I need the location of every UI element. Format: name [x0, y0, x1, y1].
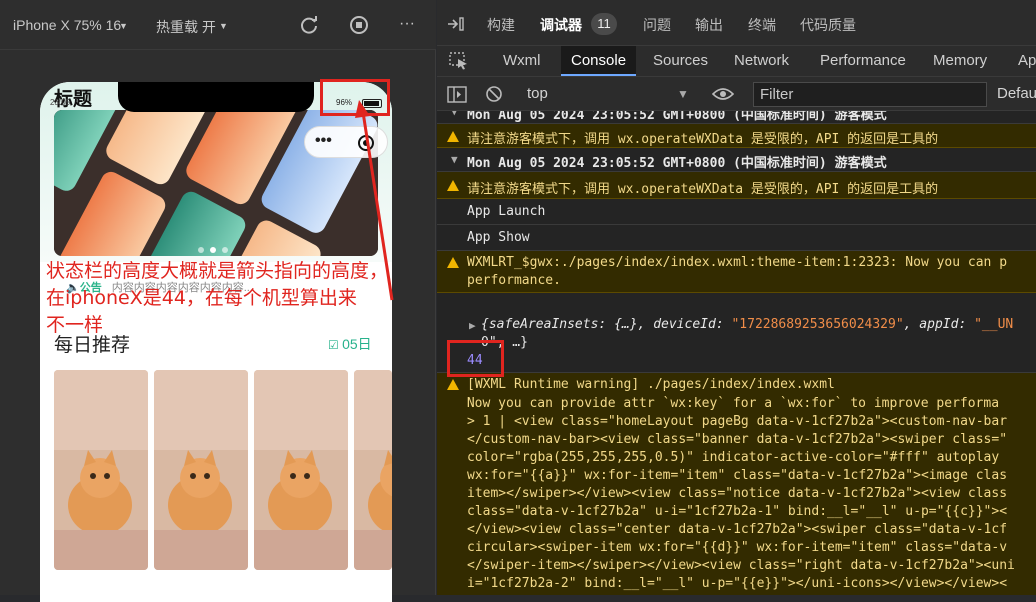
chevron-down-icon[interactable]: ▼: [219, 21, 228, 31]
cat-photo: [254, 370, 348, 570]
status-time: 23:05: [50, 98, 71, 107]
simulator-panel: iPhone X 75% 16 ▼ 热重载 开 ▼ ··· 标题 23:05 9…: [0, 0, 436, 602]
dock-icon[interactable]: [447, 16, 465, 32]
highlight-box-status-bar: [320, 79, 390, 116]
console-filter-input[interactable]: [753, 82, 987, 107]
more-icon[interactable]: ···: [399, 15, 415, 33]
console-log-object[interactable]: ▶ {safeAreaInsets: {…}, deviceId: "17228…: [437, 293, 1036, 373]
calendar-icon: ☑: [328, 338, 343, 352]
swiper-dot: [210, 247, 216, 253]
more-dots-icon[interactable]: •••: [315, 132, 332, 150]
tab-network[interactable]: Network: [734, 46, 789, 76]
cat-thumbnail[interactable]: [54, 370, 148, 570]
annotation-text: 状态栏的高度大概就是箭头指向的高度， 在iphoneX是44，在每个机型算出来 …: [46, 260, 389, 336]
inspect-element-icon[interactable]: [449, 52, 469, 70]
caret-down-icon[interactable]: ▼: [451, 111, 458, 118]
phone-notch: [118, 82, 314, 112]
tab-wxml[interactable]: Wxml: [503, 46, 541, 76]
console-group-header[interactable]: ▼ Mon Aug 05 2024 23:05:52 GMT+0800 (中国标…: [437, 148, 1036, 172]
error-count-badge: 11: [591, 13, 617, 35]
tab-code-quality[interactable]: 代码质量: [800, 15, 856, 35]
tab-terminal[interactable]: 终端: [748, 15, 776, 35]
context-selector[interactable]: top: [527, 85, 548, 102]
warning-icon: [447, 180, 459, 191]
console-log: App Launch: [437, 199, 1036, 225]
simulator-toolbar: iPhone X 75% 16 ▼ 热重载 开 ▼ ···: [0, 0, 436, 50]
device-selector[interactable]: iPhone X 75% 16: [13, 17, 121, 33]
hot-reload-toggle[interactable]: 热重载 开: [156, 17, 216, 37]
chevron-down-icon[interactable]: ▼: [119, 21, 128, 31]
console-warning: 请注意游客模式下，调用 wx.operateWXData 是受限的，API 的返…: [437, 172, 1036, 199]
eye-icon[interactable]: [712, 87, 734, 101]
swiper-dot: [222, 247, 228, 253]
tab-console[interactable]: Console: [561, 46, 637, 76]
tab-output[interactable]: 输出: [695, 15, 723, 35]
console-toolbar: top ▼ Defau: [437, 77, 1036, 111]
capsule-menu[interactable]: •••: [304, 126, 388, 158]
swiper-indicator: [198, 240, 234, 256]
console-log: App Show: [437, 225, 1036, 251]
cat-photo: [354, 370, 392, 570]
swiper-dot: [198, 247, 204, 253]
warning-icon: [447, 131, 459, 142]
devtools-tab-bar: Wxml Console Sources Network Performance…: [437, 46, 1036, 77]
warning-icon: [447, 379, 459, 390]
tab-sources[interactable]: Sources: [653, 46, 708, 76]
tab-memory[interactable]: Memory: [933, 46, 987, 76]
tab-issues[interactable]: 问题: [643, 15, 671, 35]
close-miniapp-icon[interactable]: [357, 134, 375, 152]
console-output: ▼ Mon Aug 05 2024 23:05:52 GMT+0800 (中国标…: [437, 111, 1036, 595]
stop-icon[interactable]: [348, 14, 370, 36]
clear-console-icon[interactable]: [485, 85, 503, 103]
devtools-panel: 构建 调试器 11 问题 输出 终端 代码质量 Wxml Console Sou…: [437, 0, 1036, 595]
highlight-box-value: [447, 340, 504, 377]
chevron-down-icon[interactable]: ▼: [677, 87, 689, 101]
console-group-header[interactable]: ▼ Mon Aug 05 2024 23:05:52 GMT+0800 (中国标…: [437, 111, 1036, 124]
tab-build[interactable]: 构建: [487, 15, 515, 35]
caret-down-icon[interactable]: ▼: [451, 153, 458, 166]
warning-icon: [447, 257, 459, 268]
tab-application[interactable]: Ap: [1018, 46, 1036, 76]
cat-photo: [54, 370, 148, 570]
phone-screen: 标题 23:05 96% ••• 🔈公告 内容内容内容内容内容内容... 每日推荐…: [40, 82, 392, 602]
cat-thumbnail[interactable]: [354, 370, 392, 570]
caret-right-icon[interactable]: ▶: [469, 319, 476, 332]
cat-photo: [154, 370, 248, 570]
tab-performance[interactable]: Performance: [820, 46, 906, 76]
sidebar-toggle-icon[interactable]: [447, 86, 467, 103]
console-warning: 请注意游客模式下，调用 wx.operateWXData 是受限的，API 的返…: [437, 124, 1036, 148]
cat-thumbnail[interactable]: [254, 370, 348, 570]
console-warning: [WXML Runtime warning] ./pages/index/ind…: [437, 373, 1036, 595]
console-warning: WXMLRT_$gwx:./pages/index/index.wxml:the…: [437, 251, 1036, 293]
refresh-icon[interactable]: [298, 14, 320, 36]
log-levels-dropdown[interactable]: Defau: [997, 85, 1036, 102]
tab-debugger[interactable]: 调试器: [540, 15, 582, 35]
debugger-top-bar: 构建 调试器 11 问题 输出 终端 代码质量: [437, 0, 1036, 46]
cat-thumbnail[interactable]: [154, 370, 248, 570]
